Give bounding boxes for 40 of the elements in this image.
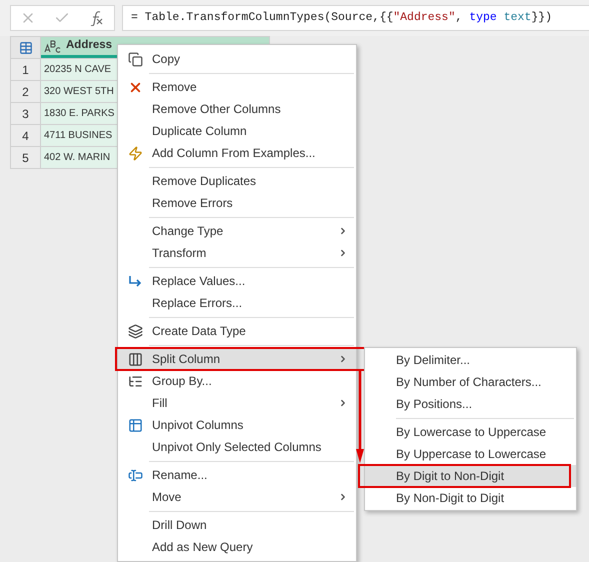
row-number: 5: [11, 147, 41, 168]
menu-item[interactable]: Remove Duplicates: [118, 170, 356, 192]
rename-icon: [128, 468, 142, 482]
menu-item[interactable]: Add as New Query: [118, 536, 356, 558]
table-icon[interactable]: [18, 40, 32, 54]
text-type-icon: [44, 40, 62, 52]
menu-item[interactable]: Create Data Type: [118, 320, 356, 342]
menu-item[interactable]: Fill: [118, 392, 356, 414]
menu-item[interactable]: Replace Values...: [118, 270, 356, 292]
menu-item[interactable]: Unpivot Columns: [118, 414, 356, 436]
menu-item[interactable]: Transform: [118, 242, 356, 264]
menu-item[interactable]: Rename...: [118, 464, 356, 486]
copy-icon: [128, 52, 142, 66]
submenu-item[interactable]: By Uppercase to Lowercase: [365, 443, 576, 465]
menu-item[interactable]: Remove Errors: [118, 192, 356, 214]
lightning-icon: [128, 146, 142, 160]
column-title: Address: [66, 38, 112, 54]
table-menu-button[interactable]: [11, 37, 41, 58]
submenu-item[interactable]: By Number of Characters...: [365, 371, 576, 393]
menu-item[interactable]: Replace Errors...: [118, 292, 356, 314]
layers-icon: [128, 324, 142, 338]
row-number: 2: [11, 81, 41, 102]
row-number: 3: [11, 103, 41, 124]
menu-item[interactable]: Unpivot Only Selected Columns: [118, 436, 356, 458]
menu-item[interactable]: Move: [118, 486, 356, 508]
row-number: 1: [11, 59, 41, 80]
function-icon[interactable]: [88, 10, 105, 26]
menu-item[interactable]: Change Type: [118, 220, 356, 242]
menu-item[interactable]: Group By...: [118, 370, 356, 392]
replace-icon: [128, 274, 142, 288]
group-icon: [128, 374, 142, 388]
menu-item[interactable]: Drill Down: [118, 514, 356, 536]
table-icon: [128, 418, 142, 432]
columns-icon: [128, 352, 142, 366]
submenu-item[interactable]: By Lowercase to Uppercase: [365, 421, 576, 443]
submenu-item[interactable]: By Delimiter...: [365, 349, 576, 371]
submenu-item[interactable]: By Non-Digit to Digit: [365, 487, 576, 509]
submenu-item[interactable]: By Positions...: [365, 393, 576, 415]
formula-field[interactable]: = Table.TransformColumnTypes(Source,{{"Address", type text}}): [122, 5, 589, 31]
row-number: 4: [11, 125, 41, 146]
